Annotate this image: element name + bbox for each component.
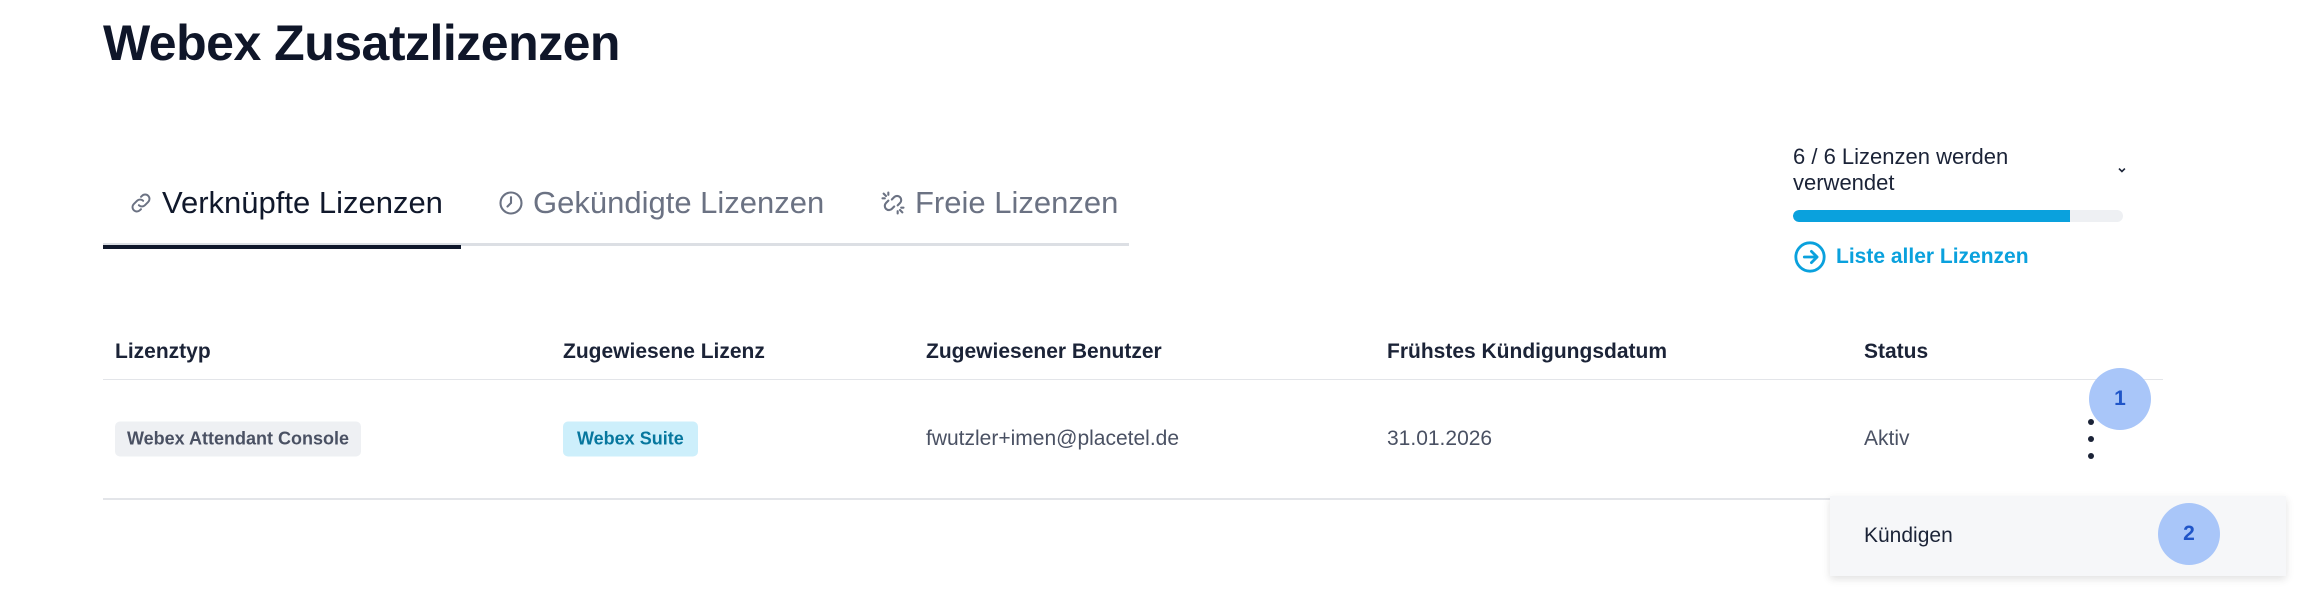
tab-free-licenses[interactable]: Freie Lizenzen — [871, 160, 1129, 246]
column-header: Zugewiesene Lizenz — [563, 340, 765, 363]
more-actions-icon[interactable] — [2083, 419, 2099, 459]
tab-linked-licenses[interactable]: Verknüpfte Lizenzen — [103, 160, 461, 249]
usage-progress-bar — [1793, 210, 2123, 222]
all-licenses-link[interactable]: Liste aller Lizenzen — [1793, 240, 2128, 274]
usage-label: 6 / 6 Lizenzen werden verwendet — [1793, 144, 2009, 195]
cancellation-date: 31.01.2026 — [1387, 427, 1493, 450]
assigned-license-badge: Webex Suite — [563, 421, 698, 457]
broken-link-icon — [881, 191, 905, 215]
status-text: Aktiv — [1864, 427, 1910, 450]
licenses-table: Lizenztyp Zugewiesene Lizenz Zugewiesene… — [103, 330, 2163, 500]
license-tabs: Verknüpfte Lizenzen Gekündigte Lizenzen … — [103, 160, 1129, 249]
tab-label: Freie Lizenzen — [915, 185, 1119, 220]
tab-label: Gekündigte Lizenzen — [533, 185, 825, 220]
column-header: Frühstes Kündigungsdatum — [1387, 340, 1667, 363]
table-row: Webex Attendant Console Webex Suite fwut… — [103, 380, 2163, 500]
license-type-badge: Webex Attendant Console — [115, 421, 362, 457]
tab-label: Verknüpfte Lizenzen — [162, 185, 443, 220]
clock-icon — [499, 191, 523, 215]
column-header: Zugewiesener Benutzer — [926, 340, 1162, 363]
arrow-right-circle-icon — [1794, 241, 1826, 273]
all-licenses-link-label: Liste aller Lizenzen — [1836, 245, 2029, 268]
license-usage: 6 / 6 Lizenzen werden verwendet Liste al… — [1793, 144, 2128, 274]
tab-cancelled-licenses[interactable]: Gekündigte Lizenzen — [461, 160, 871, 246]
step-marker-1: 1 — [2089, 368, 2151, 430]
menu-item-label: Kündigen — [1864, 524, 1953, 547]
assigned-user: fwutzler+imen@placetel.de — [926, 427, 1180, 450]
column-header: Status — [1864, 340, 1929, 363]
table-header: Lizenztyp Zugewiesene Lizenz Zugewiesene… — [103, 330, 2163, 380]
usage-progress-fill — [1793, 210, 2071, 222]
page-title: Webex Zusatzlizenzen — [103, 15, 620, 71]
usage-dropdown[interactable]: 6 / 6 Lizenzen werden verwendet — [1793, 144, 2128, 196]
link-icon — [131, 193, 151, 213]
step-marker-2: 2 — [2158, 503, 2220, 565]
column-header: Lizenztyp — [115, 340, 211, 363]
chevron-down-icon — [2118, 167, 2126, 173]
